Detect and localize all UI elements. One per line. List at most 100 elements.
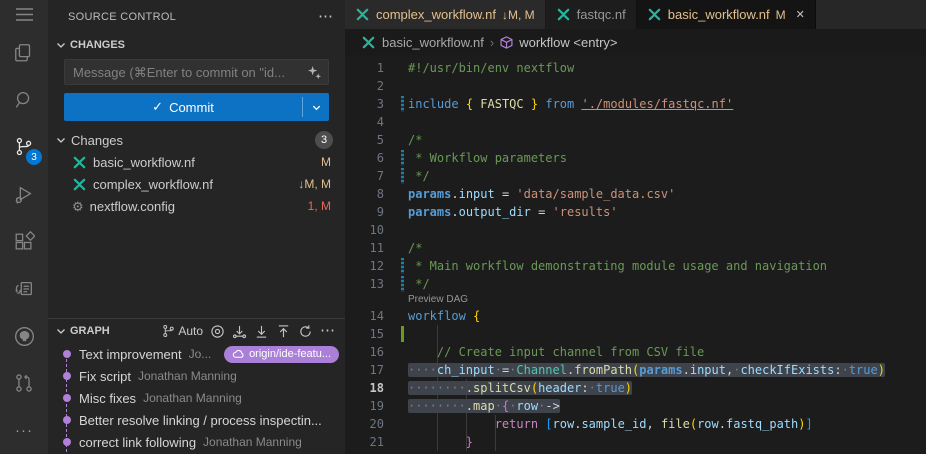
gutter-marker — [392, 221, 408, 239]
refresh-icon[interactable] — [298, 324, 313, 339]
commit-row[interactable]: Misc fixesJonathan Manning — [48, 387, 345, 409]
code-text: include { FASTQC } from './modules/fastq… — [408, 95, 733, 113]
changes-file-list: basic_workflow.nfM complex_workflow.nf ↓M,… — [48, 151, 345, 217]
code-line[interactable]: 9params.output_dir = 'results' — [345, 203, 926, 221]
gutter-marker — [392, 397, 408, 415]
close-icon[interactable]: ✕ — [796, 8, 805, 21]
code-editor[interactable]: 1#!/usr/bin/env nextflow23 include { FAST… — [345, 55, 926, 454]
changes-tree-header[interactable]: Changes 3 — [48, 129, 345, 151]
pull-request-icon[interactable] — [0, 360, 48, 407]
code-text: * Workflow parameters — [408, 149, 567, 167]
sparkle-icon[interactable] — [307, 65, 322, 80]
code-line[interactable]: 17····ch_input·=·Channel.fromPath(params… — [345, 361, 926, 379]
code-line[interactable]: 16 // Create input channel from CSV file — [345, 343, 926, 361]
graph-header[interactable]: GRAPH Auto — [48, 319, 345, 343]
code-line[interactable]: 12 * Main workflow demonstrating module … — [345, 257, 926, 275]
code-line[interactable]: 18········.splitCsv(header:·true) — [345, 379, 926, 397]
selection-highlight: ····ch_input·=·Channel.fromPath(params.i… — [408, 363, 885, 377]
commit-message: correct link following — [79, 435, 196, 450]
github-icon[interactable] — [0, 313, 48, 360]
code-text: ····ch_input·=·Channel.fromPath(params.i… — [408, 361, 885, 379]
chevron-down-icon — [55, 39, 67, 51]
fetch-icon[interactable] — [232, 324, 247, 339]
code-line[interactable]: 5/* — [345, 131, 926, 149]
line-number: 9 — [345, 203, 392, 221]
more-views-icon[interactable]: ··· — [0, 407, 48, 454]
graph-more-icon[interactable]: ⋯ — [320, 326, 335, 336]
gutter-marker — [392, 167, 408, 185]
changes-section-header[interactable]: CHANGES — [48, 34, 345, 56]
commit-row[interactable]: correct link followingJonathan Manning — [48, 431, 345, 453]
code-text: */ — [408, 167, 430, 185]
selection-highlight: ········.map·{·row·-> — [408, 399, 560, 413]
code-line[interactable]: 4 — [345, 113, 926, 131]
commit-row[interactable]: Text improvementJo...origin/ide-featu... — [48, 343, 345, 365]
gutter-modified-indicator — [401, 276, 404, 292]
commit-message: Fix script — [79, 369, 131, 384]
changed-file-complex_workflow.nf[interactable]: complex_workflow.nf ↓M, M — [48, 173, 345, 195]
changed-file-nextflow.config[interactable]: ⚙nextflow.config1, M — [48, 195, 345, 217]
search-icon[interactable] — [0, 77, 48, 124]
source-control-panel: SOURCE CONTROL ⋯ CHANGES ✓ Commit — [48, 0, 345, 454]
more-actions-icon[interactable]: ⋯ — [318, 12, 333, 22]
pull-icon[interactable] — [254, 324, 269, 339]
code-text: workflow { — [408, 307, 480, 325]
tab-fastqc.nf[interactable]: fastqc.nf — [546, 0, 637, 29]
commit-row[interactable]: Fix script Jonathan Manning — [48, 365, 345, 387]
breadcrumb-file[interactable]: basic_workflow.nf — [382, 35, 484, 50]
vscode-window: 3 ··· SOURCE CONTROL ⋯ CHANGES — [0, 0, 926, 454]
code-line[interactable]: 14workflow { — [345, 307, 926, 325]
commit-author: Jonathan Manning — [138, 369, 237, 383]
explorer-icon[interactable] — [0, 29, 48, 76]
code-line[interactable]: 10 — [345, 221, 926, 239]
commit-dropdown-button[interactable] — [303, 93, 329, 121]
graph-title: GRAPH — [70, 325, 162, 337]
code-text: // Create input channel from CSV file — [408, 343, 704, 361]
code-line[interactable]: 21 } — [345, 433, 926, 451]
extensions-icon[interactable] — [0, 218, 48, 265]
code-line[interactable]: 6 * Workflow parameters — [345, 149, 926, 167]
code-line[interactable]: 2 — [345, 77, 926, 95]
file-name: basic_workflow.nf — [93, 155, 315, 170]
code-line[interactable]: 3 include { FASTQC } from './modules/fast… — [345, 95, 926, 113]
breadcrumb[interactable]: basic_workflow.nf › workflow <entry> — [345, 29, 926, 55]
file-git-status: ↓M, M — [298, 177, 331, 191]
code-line[interactable]: 7 */ — [345, 167, 926, 185]
branch-badge[interactable]: origin/ide-featu... — [224, 346, 339, 363]
code-line[interactable]: 11/* — [345, 239, 926, 257]
menu-icon[interactable] — [0, 0, 48, 29]
code-text: return [row.sample_id, file(row.fastq_pa… — [408, 415, 813, 433]
changed-file-basic_workflow.nf[interactable]: basic_workflow.nfM — [48, 151, 345, 173]
file-name: complex_workflow.nf — [93, 177, 292, 192]
line-number: 20 — [345, 415, 392, 433]
commit-row[interactable]: Better resolve linking / process inspect… — [48, 409, 345, 431]
code-line[interactable]: 20 return [row.sample_id, file(row.fastq… — [345, 415, 926, 433]
commit-message-input[interactable] — [73, 65, 307, 80]
breadcrumb-symbol[interactable]: workflow <entry> — [519, 35, 617, 50]
line-number: 3 — [345, 95, 392, 113]
source-control-badge: 3 — [26, 149, 42, 165]
tab-complex_workflow.nf[interactable]: complex_workflow.nf↓M, M — [345, 0, 546, 29]
code-text: /* — [408, 239, 422, 257]
line-number: 10 — [345, 221, 392, 239]
source-control-icon[interactable]: 3 — [0, 124, 48, 171]
gutter-marker — [392, 59, 408, 77]
codelens-preview-dag[interactable]: Preview DAG — [345, 293, 926, 307]
run-debug-icon[interactable] — [0, 171, 48, 218]
push-icon[interactable] — [276, 324, 291, 339]
file-sync-icon[interactable] — [0, 265, 48, 312]
repo-auto-button[interactable]: Auto — [162, 324, 203, 338]
code-line[interactable]: 8params.input = 'data/sample_data.csv' — [345, 185, 926, 203]
gutter-modified-indicator — [401, 150, 404, 166]
code-line[interactable]: 19········.map·{·row·-> — [345, 397, 926, 415]
code-line[interactable]: 15 — [345, 325, 926, 343]
gutter-marker — [392, 185, 408, 203]
activity-bar: 3 ··· — [0, 0, 48, 454]
code-line[interactable]: 1#!/usr/bin/env nextflow — [345, 59, 926, 77]
code-line[interactable]: 13 */ — [345, 275, 926, 293]
tab-basic_workflow.nf[interactable]: basic_workflow.nfM✕ — [637, 0, 816, 29]
nextflow-icon — [361, 35, 376, 50]
commit-button[interactable]: ✓ Commit — [64, 93, 329, 121]
gutter-modified-indicator — [401, 96, 404, 112]
goto-current-icon[interactable] — [210, 324, 225, 339]
